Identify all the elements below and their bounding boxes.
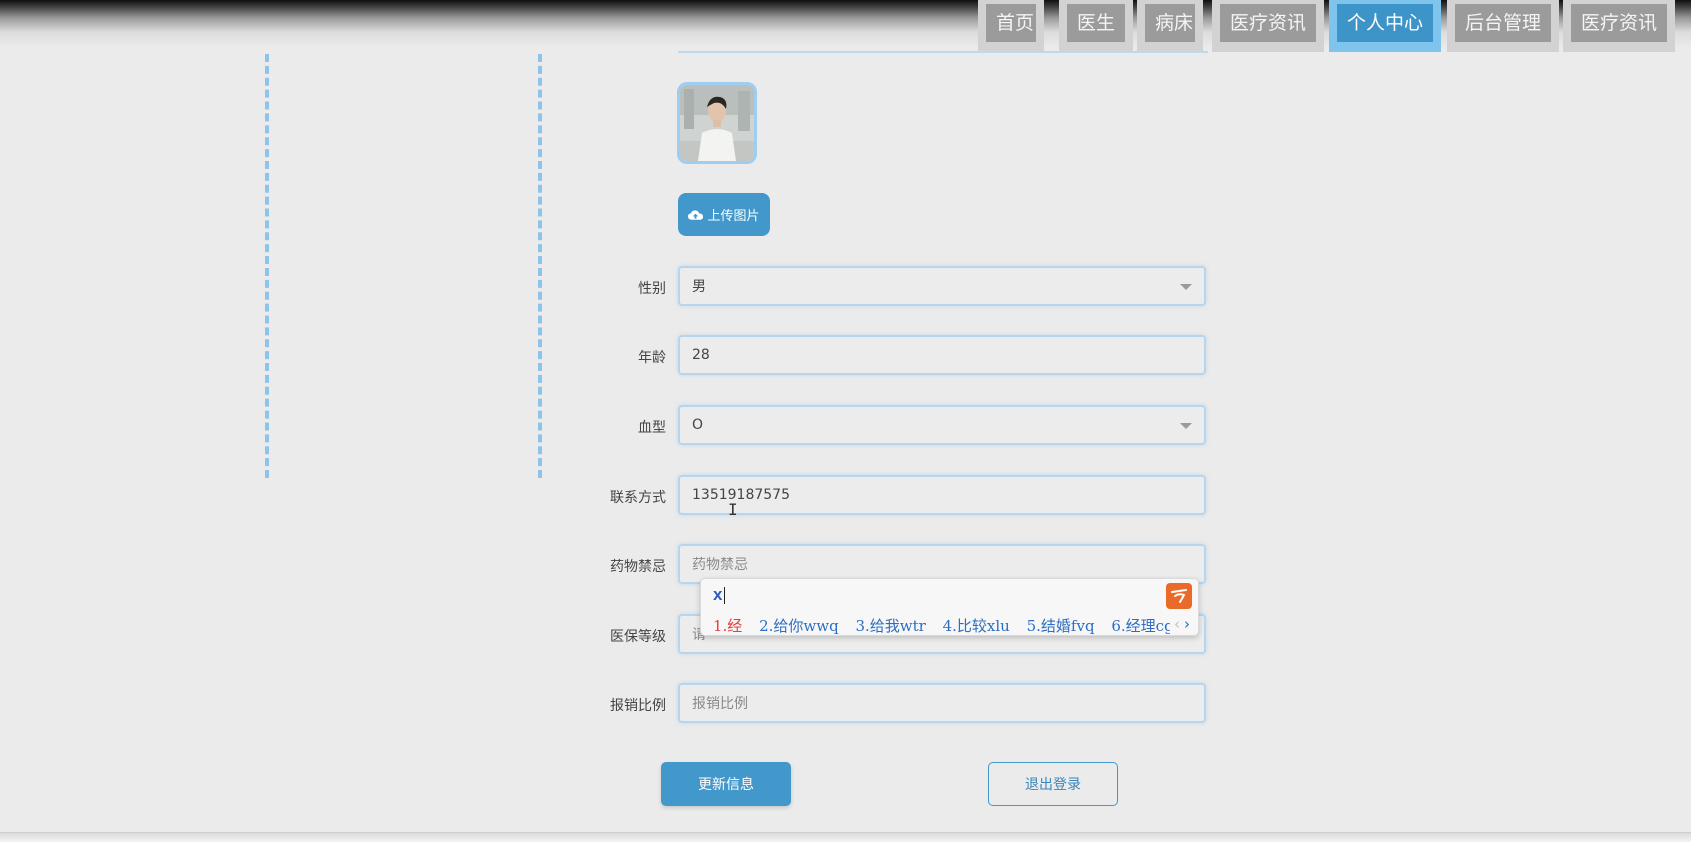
gender-value: 男	[692, 279, 706, 295]
chevron-left-icon[interactable]: ‹	[1174, 615, 1180, 633]
cloud-upload-icon	[688, 209, 704, 220]
reimbursement-ratio-label: 报销比例	[610, 698, 666, 714]
contact-input[interactable]: 13519187575	[678, 475, 1206, 515]
left-dashed-divider	[265, 54, 269, 478]
ime-candidate[interactable]: 5.结婚fvq	[1027, 617, 1095, 635]
drug-taboo-label: 药物禁忌	[610, 559, 666, 575]
ime-candidate[interactable]: 1.经	[713, 617, 742, 635]
blood-type-value: O	[692, 417, 704, 433]
nav-label: 病床	[1145, 4, 1195, 42]
logout-button[interactable]: 退出登录	[988, 762, 1118, 806]
ime-candidate[interactable]: 3.给我wtr	[855, 617, 925, 635]
nav-label: 医生	[1067, 4, 1125, 42]
contact-value: 13519187575	[692, 487, 790, 503]
nav-item-home[interactable]: 首页	[978, 0, 1044, 52]
nav-label: 医疗资讯	[1571, 4, 1667, 42]
chevron-down-icon	[1180, 284, 1192, 290]
ime-candidate[interactable]: 6.经理cgj	[1111, 617, 1170, 635]
nav-item-bed[interactable]: 病床	[1137, 0, 1203, 52]
age-label: 年龄	[638, 350, 666, 366]
right-dashed-divider	[538, 54, 542, 478]
blood-type-label: 血型	[638, 420, 666, 436]
mouse-text-cursor-icon: I	[728, 500, 738, 519]
nav-item-medical-news[interactable]: 医疗资讯	[1212, 0, 1324, 52]
nav-item-personal-center[interactable]: 个人中心	[1329, 0, 1441, 52]
ime-composition-text: x	[713, 585, 723, 604]
blood-type-select[interactable]: O	[678, 405, 1206, 445]
nav-label: 个人中心	[1337, 4, 1433, 42]
nav-label: 医疗资讯	[1220, 4, 1316, 42]
ime-logo-icon[interactable]	[1166, 583, 1192, 609]
ime-composition: x	[713, 585, 726, 605]
reimbursement-ratio-input[interactable]: 报销比例	[678, 683, 1206, 723]
nav-item-doctor[interactable]: 医生	[1059, 0, 1133, 52]
insurance-level-label: 医保等级	[610, 629, 666, 645]
upload-button-label: 上传图片	[707, 209, 760, 224]
ime-caret	[724, 587, 726, 605]
nav-label: 后台管理	[1455, 4, 1551, 42]
nav-item-medical-news-2[interactable]: 医疗资讯	[1563, 0, 1675, 52]
age-value: 28	[692, 347, 710, 363]
ime-candidate[interactable]: 4.比较xlu	[943, 617, 1010, 635]
age-input[interactable]: 28	[678, 335, 1206, 375]
ime-candidate-list: 1.经 2.给你wwq 3.给我wtr 4.比较xlu 5.结婚fvq 6.经理…	[713, 615, 1170, 636]
ime-page-arrows: ‹ ›	[1174, 615, 1190, 633]
contact-label: 联系方式	[610, 490, 666, 506]
avatar	[677, 82, 757, 164]
nav-label: 首页	[986, 4, 1036, 42]
chevron-down-icon	[1180, 423, 1192, 429]
reimbursement-ratio-placeholder: 报销比例	[692, 696, 748, 712]
upload-image-button[interactable]: 上传图片	[678, 193, 770, 236]
chevron-right-icon[interactable]: ›	[1184, 615, 1190, 633]
nav-item-admin[interactable]: 后台管理	[1447, 0, 1559, 52]
ime-candidate-popup: x 1.经 2.给你wwq 3.给我wtr 4.比较xlu 5.结婚fvq 6.…	[700, 578, 1199, 636]
avatar-photo	[680, 85, 754, 161]
gender-select[interactable]: 男	[678, 266, 1206, 306]
gender-label: 性别	[638, 281, 666, 297]
ime-logo-glyph	[1171, 589, 1187, 603]
ime-candidate[interactable]: 2.给你wwq	[759, 617, 839, 635]
update-info-button[interactable]: 更新信息	[661, 762, 791, 806]
form-top-divider	[678, 51, 1208, 53]
drug-taboo-placeholder: 药物禁忌	[692, 557, 748, 573]
